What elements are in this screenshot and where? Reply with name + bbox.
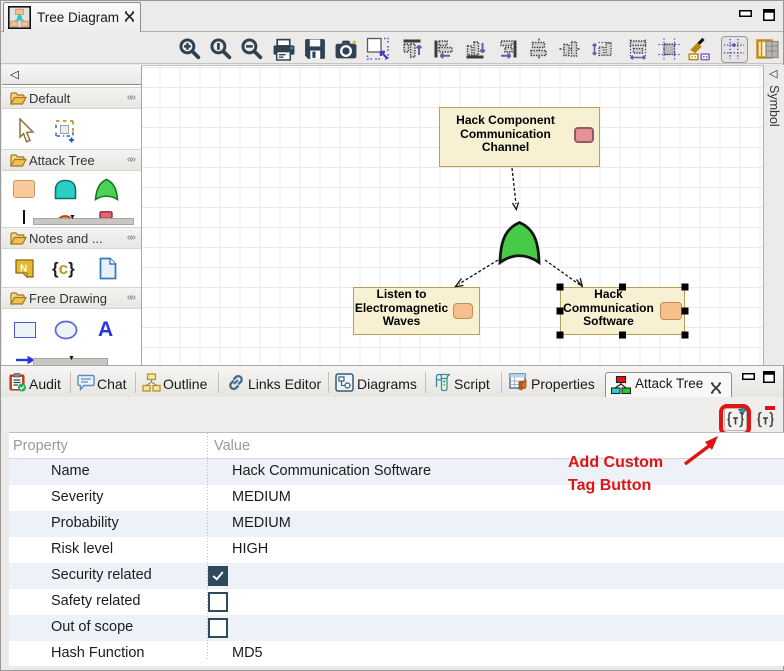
svg-text:N: N (20, 264, 27, 275)
